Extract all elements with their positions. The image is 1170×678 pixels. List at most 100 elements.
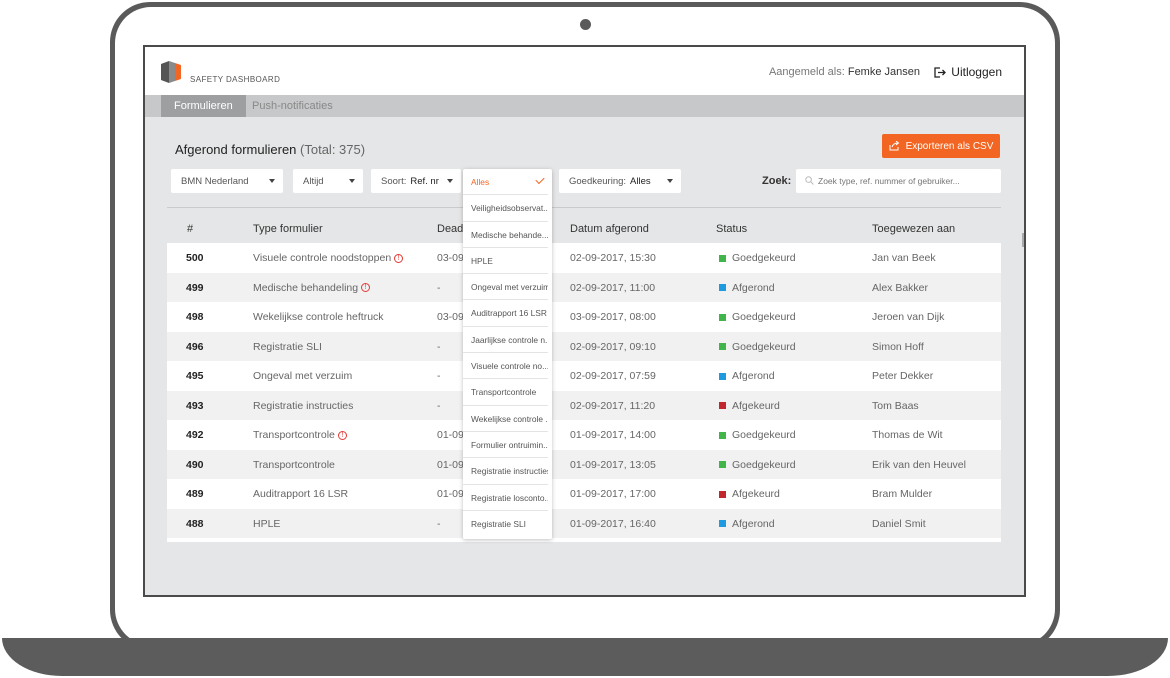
chevron-down-icon	[349, 179, 355, 183]
form-number: 496	[186, 340, 204, 353]
dropdown-option[interactable]: Alles	[463, 169, 548, 196]
deadline: -	[437, 370, 441, 382]
search-input[interactable]	[796, 169, 1001, 193]
date-completed: 02-09-2017, 11:20	[570, 399, 656, 412]
dropdown-option[interactable]: Transportcontrole	[463, 379, 548, 406]
dropdown-option-label: Alles	[471, 177, 490, 187]
tab-push-notificaties[interactable]: Push-notificaties	[239, 95, 346, 117]
status-label: Afgerond	[732, 281, 775, 294]
form-number: 499	[186, 281, 204, 294]
status-indicator	[719, 402, 726, 409]
approval-filter[interactable]: Goedkeuring: Alles	[559, 169, 681, 193]
chevron-down-icon	[269, 179, 275, 183]
period-filter[interactable]: Altijd	[293, 169, 363, 193]
dropdown-option[interactable]: Registratie SLI	[463, 511, 548, 537]
logout-icon	[934, 66, 947, 78]
login-label: Aangemeld als:	[768, 66, 845, 78]
form-type: Ongeval met verzuim	[253, 370, 352, 382]
column-header-status[interactable]: Status	[716, 223, 747, 235]
table-row[interactable]: 495 Ongeval met verzuim - 02-09-2017, 07:59…	[167, 361, 1001, 391]
dropdown-option-label: Registratie SLI	[471, 518, 526, 529]
dropdown-option-label: Ongeval met verzuim	[471, 282, 548, 293]
dropdown-option[interactable]: Formulier ontruimin...	[463, 432, 548, 459]
status-label: Goedgekeurd	[732, 252, 796, 264]
date-completed: 01-09-2017, 14:00	[570, 429, 656, 441]
date-completed: 02-09-2017, 09:10	[570, 340, 656, 353]
table-row[interactable]: 490 Transportcontrole 01-09 01-09-2017, 13:…	[167, 449, 1001, 479]
status: Goedgekeurd	[719, 311, 796, 323]
status-indicator	[719, 490, 726, 498]
scrollbar[interactable]	[1022, 233, 1024, 247]
assignee: Peter Dekker	[872, 370, 934, 382]
warning-icon: !	[394, 253, 404, 263]
table-row[interactable]: 492 Transportcontrole! 01-09 01-09-2017, 14…	[167, 420, 1001, 450]
date-completed: 01-09-2017, 16:40	[570, 517, 656, 530]
dropdown-option[interactable]: Wekelijkse controle ...	[463, 406, 548, 432]
deadline: -	[437, 399, 441, 412]
form-type: Auditrapport 16 LSR	[253, 488, 348, 500]
dropdown-option-label: Jaarlijkse controle n...	[471, 334, 548, 345]
column-header-number[interactable]: #	[187, 223, 193, 235]
tab-formulieren[interactable]: Formulieren	[161, 95, 246, 117]
user-name: Femke Jansen	[847, 66, 920, 78]
dropdown-option[interactable]: Registratie losconto...	[463, 485, 548, 511]
assignee: Simon Hoff	[872, 340, 924, 353]
form-number: 500	[186, 252, 204, 264]
table-row[interactable]: 489 Auditrapport 16 LSR 01-09 01-09-2017, 1…	[167, 479, 1001, 509]
form-type: Visuele controle noodstoppen!	[253, 252, 404, 264]
dropdown-option[interactable]: Visuele controle no...	[463, 353, 548, 380]
location-filter[interactable]: BMN Nederland	[171, 169, 283, 193]
table-row[interactable]: 500 Visuele controle noodstoppen! 03-09 02-…	[167, 243, 1001, 273]
dropdown-option[interactable]: Veiligheidsobservat...	[463, 195, 548, 222]
dropdown-option-label: Auditrapport 16 LSR	[471, 308, 547, 319]
assignee: Daniel Smit	[872, 517, 926, 530]
period-value: Altijd	[303, 175, 324, 187]
nav-bar: Formulieren Push-notificaties	[145, 95, 1024, 117]
approval-value: Alles	[630, 175, 651, 187]
status-label: Afgekeurd	[732, 488, 780, 500]
login-info: Aangemeld als: Femke Jansen	[769, 66, 920, 78]
chevron-down-icon	[667, 179, 673, 183]
dropdown-option[interactable]: Jaarlijkse controle n...	[463, 327, 548, 354]
status-label: Afgerond	[732, 370, 775, 382]
dropdown-option[interactable]: Registratie instructies	[463, 458, 548, 485]
form-number: 492	[186, 429, 204, 441]
status: Goedgekeurd	[719, 429, 796, 441]
forms-table: 500 Visuele controle noodstoppen! 03-09 02-…	[167, 243, 1001, 538]
export-csv-button[interactable]: Exporteren als CSV	[882, 134, 1000, 158]
share-icon	[889, 141, 899, 151]
dropdown-option[interactable]: HPLE	[463, 248, 548, 275]
table-row[interactable]: 488 HPLE - 01-09-2017, 16:40 Afgerond Daniel …	[167, 508, 1001, 538]
status: Goedgekeurd	[719, 459, 796, 471]
status-indicator	[719, 313, 726, 321]
table-row[interactable]: 496 Registratie SLI - 02-09-2017, 09:10 Goed…	[167, 331, 1001, 361]
form-type-label: Medische behandeling	[253, 281, 359, 294]
column-header-date[interactable]: Datum afgerond	[570, 223, 649, 235]
dropdown-option[interactable]: Auditrapport 16 LSR	[463, 300, 548, 327]
table-row[interactable]: 499 Medische behandeling! - 02-09-2017, 11:…	[167, 272, 1001, 302]
date-completed: 02-09-2017, 07:59	[570, 370, 656, 382]
chevron-down-icon	[447, 179, 453, 183]
form-number: 488	[186, 517, 204, 530]
sort-filter[interactable]: Soort: Ref. nr	[371, 169, 461, 193]
logo-icon	[161, 61, 181, 83]
logout-button[interactable]: Uitloggen	[934, 65, 1002, 79]
status-label: Afgekeurd	[732, 399, 780, 412]
search-label: Zoek:	[762, 175, 792, 187]
sort-label: Soort:	[381, 175, 407, 187]
dropdown-option[interactable]: Medische behande...	[463, 222, 548, 248]
column-header-deadline[interactable]: Deadline	[437, 223, 463, 235]
status: Afgerond	[719, 282, 775, 294]
deadline: 01-09	[437, 429, 464, 441]
dropdown-option-label: Medische behande...	[471, 229, 548, 240]
form-type: Transportcontrole!	[253, 429, 347, 441]
table-row[interactable]: 493 Registratie instructies - 02-09-2017, 1…	[167, 390, 1001, 420]
column-header-type[interactable]: Type formulier	[253, 223, 323, 235]
form-number: 493	[186, 399, 204, 412]
form-type: Wekelijkse controle heftruck	[253, 311, 384, 323]
column-header-assignee[interactable]: Toegewezen aan	[872, 223, 955, 235]
status: Goedgekeurd	[719, 252, 796, 264]
table-row[interactable]: 498 Wekelijkse controle heftruck 03-09 03-0…	[167, 302, 1001, 332]
dropdown-option[interactable]: Ongeval met verzuim	[463, 274, 548, 301]
status-indicator	[719, 284, 726, 291]
